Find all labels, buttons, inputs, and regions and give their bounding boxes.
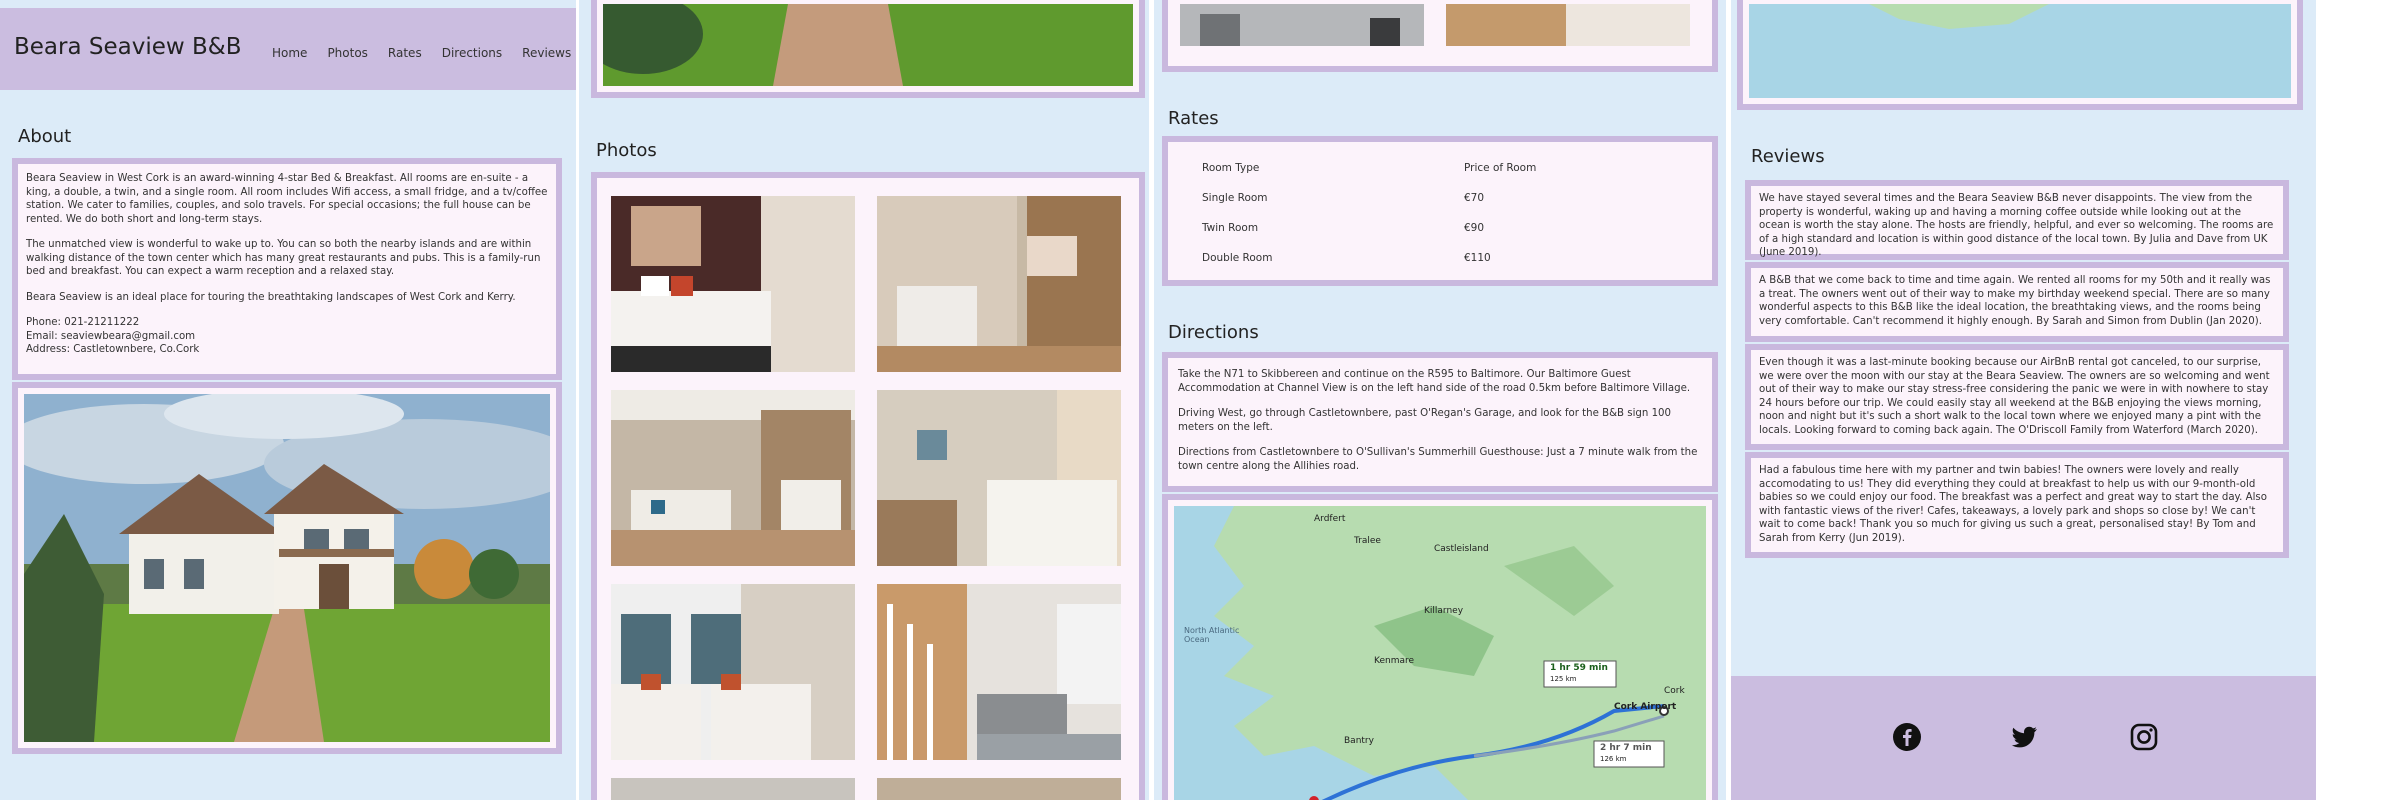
about-phone: Phone: 021-21211222	[26, 317, 140, 328]
map-label: Cork	[1664, 686, 1685, 696]
room-photo[interactable]	[611, 390, 855, 566]
rates-header-price: Price of Room	[1464, 162, 1537, 174]
photo-gallery	[591, 172, 1145, 800]
directions-heading: Directions	[1168, 322, 1259, 343]
room-photo[interactable]	[611, 584, 855, 760]
nav-photos[interactable]: Photos	[327, 46, 367, 60]
route-time: 2 hr 7 min	[1600, 743, 1652, 753]
map-label: Tralee	[1354, 536, 1381, 546]
house-photo	[24, 394, 550, 742]
bedroom-photo	[1446, 4, 1690, 46]
photos-heading: Photos	[596, 140, 657, 161]
nav-directions[interactable]: Directions	[442, 46, 502, 60]
review-text: A B&B that we come back to time and time…	[1759, 275, 2271, 327]
rate-price: €90	[1464, 222, 1485, 234]
directions-paragraph: Directions from Castletownbere to O'Sull…	[1178, 447, 1698, 472]
review-text: Even though it was a last-minute booking…	[1759, 357, 2270, 436]
main-nav: Home Photos Rates Directions Reviews	[272, 46, 571, 60]
panel-home: Beara Seaview B&B Home Photos Rates Dire…	[0, 0, 576, 800]
review-card: A B&B that we come back to time and time…	[1745, 262, 2289, 342]
instagram-icon[interactable]	[2129, 722, 2159, 752]
rate-type: Double Room	[1202, 252, 1273, 264]
review-text: We have stayed several times and the Bea…	[1759, 193, 2274, 258]
about-paragraph: Beara Seaview is an ideal place for tour…	[26, 291, 516, 303]
panel-photos: Photos	[579, 0, 1149, 800]
about-box: Beara Seaview in West Cork is an award-w…	[12, 158, 562, 380]
directions-map[interactable]: Ardfert Tralee Castleisland Killarney Co…	[1174, 506, 1706, 800]
map-label: Bantry	[1344, 736, 1374, 746]
about-paragraph: The unmatched view is wonderful to wake …	[26, 239, 541, 277]
about-heading: About	[18, 126, 72, 147]
rate-type: Twin Room	[1202, 222, 1259, 234]
map-label: Kenmare	[1374, 656, 1415, 666]
site-title[interactable]: Beara Seaview B&B	[14, 34, 242, 60]
nav-home[interactable]: Home	[272, 46, 307, 60]
room-photo[interactable]	[877, 778, 1121, 800]
photo-strip-top	[591, 0, 1145, 98]
reviews-heading: Reviews	[1751, 146, 1825, 167]
site-footer	[1731, 676, 2316, 800]
map-preview	[1749, 4, 2291, 98]
site-header: Beara Seaview B&B Home Photos Rates Dire…	[0, 8, 576, 90]
room-photo[interactable]	[877, 584, 1121, 760]
rate-price: €70	[1464, 192, 1485, 204]
directions-paragraph: Take the N71 to Skibbereen and continue …	[1178, 369, 1691, 394]
about-paragraph: Beara Seaview in West Cork is an award-w…	[26, 173, 548, 225]
rates-table: Room Type Price of Room Single Room €70 …	[1162, 136, 1718, 286]
map-strip-top	[1737, 0, 2303, 110]
map-label: Ardfert	[1314, 514, 1346, 524]
room-photo[interactable]	[877, 196, 1121, 372]
twitter-icon[interactable]	[2009, 722, 2039, 752]
rate-price: €110	[1464, 252, 1491, 264]
review-text: Had a fabulous time here with my partner…	[1759, 465, 2267, 544]
map-label: North Atlantic Ocean	[1184, 626, 1240, 644]
panel-rates-directions: Rates Room Type Price of Room Single Roo…	[1154, 0, 1726, 800]
nav-rates[interactable]: Rates	[388, 46, 422, 60]
panel-reviews: Reviews We have stayed several times and…	[1731, 0, 2316, 800]
map-label: Castleisland	[1434, 544, 1489, 554]
rates-heading: Rates	[1168, 108, 1219, 129]
room-photo[interactable]	[611, 778, 855, 800]
route-distance: 125 km	[1550, 675, 1577, 683]
directions-box: Take the N71 to Skibbereen and continue …	[1162, 352, 1718, 492]
facebook-icon[interactable]	[1892, 722, 1922, 752]
review-card: Had a fabulous time here with my partner…	[1745, 452, 2289, 558]
garden-path-photo	[603, 4, 1133, 86]
map-label: Cork Airport	[1614, 702, 1677, 712]
rate-type: Single Room	[1202, 192, 1268, 204]
house-photo-box	[12, 382, 562, 754]
rates-header-type: Room Type	[1202, 162, 1260, 174]
directions-map-box: Ardfert Tralee Castleisland Killarney Co…	[1162, 494, 1718, 800]
route-time: 1 hr 59 min	[1550, 663, 1608, 673]
about-address: Address: Castletownbere, Co.Cork	[26, 344, 200, 355]
room-photo[interactable]	[877, 390, 1121, 566]
kitchen-photo	[1180, 4, 1424, 46]
room-photo[interactable]	[611, 196, 855, 372]
review-card: We have stayed several times and the Bea…	[1745, 180, 2289, 260]
photo-strip-top	[1162, 0, 1718, 72]
review-card: Even though it was a last-minute booking…	[1745, 344, 2289, 450]
map-label: Killarney	[1424, 606, 1464, 616]
nav-reviews[interactable]: Reviews	[522, 46, 571, 60]
directions-paragraph: Driving West, go through Castletownbere,…	[1178, 408, 1672, 433]
about-email: Email: seaviewbeara@gmail.com	[26, 330, 196, 342]
route-distance: 126 km	[1600, 755, 1627, 763]
